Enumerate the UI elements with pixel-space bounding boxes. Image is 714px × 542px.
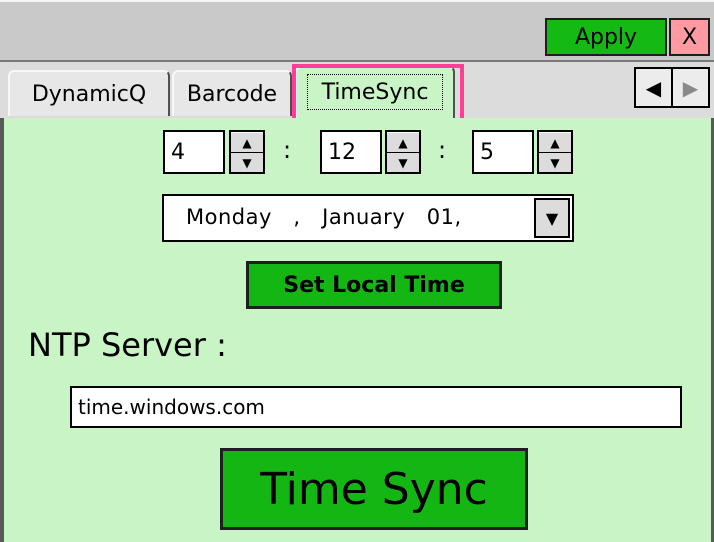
date-picker[interactable]: Monday , January 01, ▼	[162, 194, 574, 242]
set-local-time-button[interactable]: Set Local Time	[246, 261, 502, 309]
tab-label: Barcode	[186, 81, 278, 107]
hour-field[interactable]: 4	[163, 130, 225, 174]
triangle-up-icon[interactable]: ▲	[539, 132, 571, 152]
triangle-down-icon[interactable]: ▼	[534, 198, 570, 238]
tab-scroll-arrows: ◀ ▶	[634, 67, 710, 108]
hour-spinner[interactable]: ▲ ▼	[229, 130, 265, 174]
apply-button[interactable]: Apply	[545, 18, 667, 56]
triangle-down-icon[interactable]: ▼	[539, 152, 571, 172]
triangle-down-icon[interactable]: ▼	[231, 152, 263, 172]
time-sync-button[interactable]: Time Sync	[220, 448, 528, 530]
triangle-right-icon[interactable]: ▶	[671, 69, 708, 106]
triangle-up-icon[interactable]: ▲	[387, 132, 419, 152]
tab-label: DynamicQ	[31, 81, 147, 107]
time-separator: :	[438, 136, 447, 164]
triangle-left-icon[interactable]: ◀	[636, 69, 671, 106]
date-value: Monday , January 01,	[186, 205, 462, 229]
second-field[interactable]: 5	[472, 130, 534, 174]
ntp-server-label: NTP Server :	[28, 326, 227, 364]
ntp-server-input[interactable]	[70, 386, 682, 428]
close-button[interactable]: X	[669, 18, 710, 56]
triangle-down-icon[interactable]: ▼	[387, 152, 419, 172]
tab-highlight-box	[292, 64, 464, 126]
second-spinner[interactable]: ▲ ▼	[537, 130, 573, 174]
minute-field[interactable]: 12	[320, 130, 382, 174]
time-separator: :	[283, 136, 292, 164]
tab-barcode[interactable]: Barcode	[172, 70, 292, 116]
tab-dynamicq[interactable]: DynamicQ	[8, 70, 170, 116]
triangle-up-icon[interactable]: ▲	[231, 132, 263, 152]
minute-spinner[interactable]: ▲ ▼	[385, 130, 421, 174]
